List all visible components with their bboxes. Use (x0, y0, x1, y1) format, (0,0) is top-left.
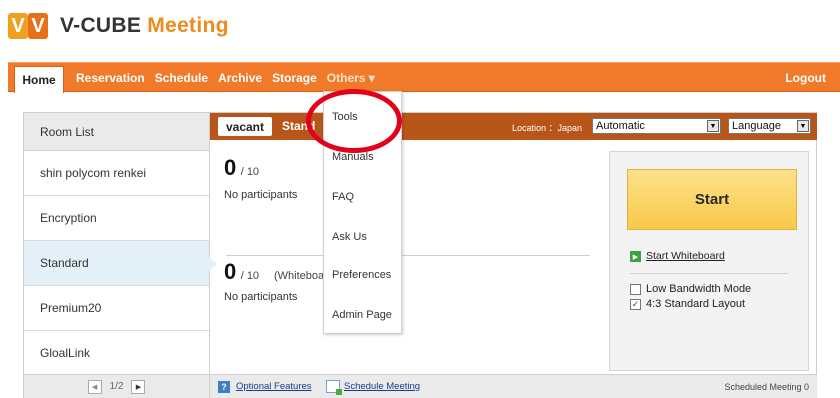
sidebar-item-label: Standard (40, 256, 89, 270)
menu-item-preferences[interactable]: Preferences (332, 269, 391, 281)
language-select-value: Language (732, 120, 781, 132)
options-divider (630, 273, 788, 274)
logo-letter-1: V (8, 13, 28, 39)
low-bandwidth-checkbox[interactable] (630, 283, 641, 295)
start-button[interactable]: Start (627, 169, 797, 230)
menu-item-ask-us[interactable]: Ask Us (332, 231, 367, 243)
standard-layout-option[interactable]: ✓ 4:3 Standard Layout (630, 298, 745, 310)
low-bandwidth-label: Low Bandwidth Mode (646, 283, 752, 295)
content-divider (226, 255, 590, 256)
participant-count-max: / 10 (240, 166, 260, 178)
optional-features-link[interactable]: Optional Features (236, 381, 312, 392)
whiteboard-count-value: 0 (224, 259, 237, 284)
scheduled-meeting-count: Scheduled Meeting 0 (724, 382, 809, 392)
timezone-select-value: Automatic (596, 120, 645, 132)
page-indicator: 1/2 (109, 381, 124, 392)
vcube-logo-icon: V V (8, 11, 52, 41)
chevron-down-icon: ▼ (707, 120, 719, 132)
brand-name-part1: V-CUBE (60, 14, 142, 37)
nav-items: Reservation Schedule Archive Storage Oth… (76, 63, 375, 93)
nav-home-tab[interactable]: Home (14, 66, 64, 93)
play-icon: ▶ (630, 251, 641, 262)
room-status-badge: vacant (218, 117, 272, 136)
menu-item-faq[interactable]: FAQ (332, 191, 354, 203)
whiteboard-participant-count: 0 / 10 (224, 259, 259, 285)
brand-name: V-CUBE Meeting (60, 14, 229, 38)
sidebar-item-encryption[interactable]: Encryption (24, 196, 209, 241)
nav-schedule[interactable]: Schedule (155, 71, 208, 85)
timezone-select[interactable]: Automatic ▼ (592, 118, 721, 134)
nav-archive[interactable]: Archive (218, 71, 262, 85)
sidebar-item-label: GloalLink (40, 346, 91, 360)
participant-count-value: 0 (224, 155, 237, 180)
main-nav: Home Reservation Schedule Archive Storag… (8, 62, 840, 93)
brand-name-part2: Meeting (147, 14, 229, 37)
sidebar-item-label: shin polycom renkei (40, 166, 147, 180)
nav-reservation[interactable]: Reservation (76, 71, 145, 85)
chevron-down-icon: ▼ (797, 120, 809, 132)
room-list-sidebar: Room List shin polycom renkei Encryption… (24, 113, 217, 398)
room-list-pager: ◀ 1/2 ▶ (24, 374, 209, 398)
help-icon[interactable]: ? (218, 381, 230, 393)
location-label: Location ：Japan (512, 123, 583, 133)
sidebar-item-gloallink[interactable]: GloalLink (24, 331, 209, 376)
whiteboard-participants-status: No participants (224, 291, 298, 303)
participant-count: 0 / 10 (224, 155, 259, 181)
sidebar-item-shin-polycom-renkei[interactable]: shin polycom renkei (24, 151, 209, 196)
room-panel: Room List shin polycom renkei Encryption… (23, 112, 817, 398)
room-footer: ? Optional Features Schedule Meeting Sch… (210, 374, 817, 398)
highlight-circle-annotation (306, 89, 402, 153)
standard-layout-checkbox[interactable]: ✓ (630, 298, 641, 310)
prev-page-icon[interactable]: ◀ (87, 379, 102, 394)
start-panel: Start ▶ Start Whiteboard Low Bandwidth M… (609, 151, 809, 371)
start-whiteboard-link[interactable]: Start Whiteboard (646, 250, 725, 262)
sidebar-item-standard[interactable]: Standard (24, 241, 217, 286)
schedule-meeting-link[interactable]: Schedule Meeting (344, 381, 420, 392)
logo-letter-2: V (28, 13, 48, 39)
whiteboard-count-max: / 10 (240, 270, 260, 282)
brand-logo: V V V-CUBE Meeting (8, 10, 229, 42)
nav-others-menu[interactable]: Others ▾ (327, 71, 375, 85)
low-bandwidth-option[interactable]: Low Bandwidth Mode (630, 283, 751, 295)
participants-status: No participants (224, 189, 298, 201)
next-page-icon[interactable]: ▶ (131, 379, 146, 394)
calendar-add-icon[interactable] (326, 380, 342, 395)
sidebar-item-label: Encryption (40, 211, 97, 225)
menu-item-admin-page[interactable]: Admin Page (332, 309, 392, 321)
sidebar-item-label: Premium20 (40, 301, 102, 315)
standard-layout-label: 4:3 Standard Layout (646, 298, 746, 310)
whiteboard-label: (Whiteboa (274, 270, 325, 282)
room-list-header: Room List (24, 113, 209, 151)
nav-storage[interactable]: Storage (272, 71, 317, 85)
sidebar-item-premium20[interactable]: Premium20 (24, 286, 209, 331)
logout-link[interactable]: Logout (785, 71, 826, 85)
language-select[interactable]: Language ▼ (728, 118, 811, 134)
room-status-bar: vacant Stand Location ：Japan Automatic ▼… (210, 113, 817, 140)
